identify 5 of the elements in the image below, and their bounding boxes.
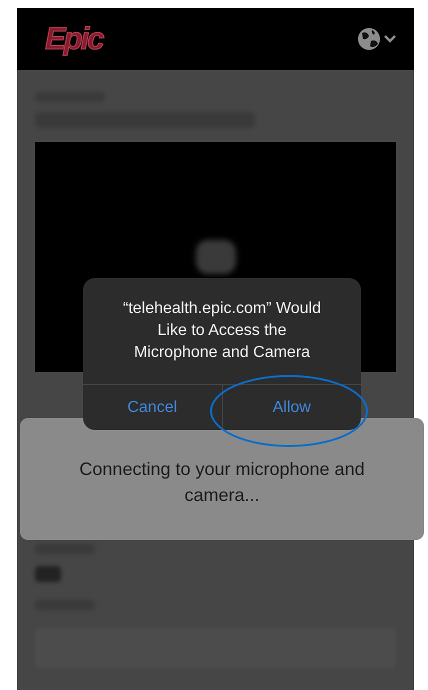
toast-message: Connecting to your microphone and camera... [78, 458, 366, 507]
dialog-message: “telehealth.epic.com” Would Like to Access the Microphone and Camera [122, 299, 322, 363]
dialog-button[interactable]: Allow [222, 385, 361, 430]
logo: Epic [45, 21, 102, 57]
dialog-button[interactable]: Cancel [83, 385, 222, 430]
